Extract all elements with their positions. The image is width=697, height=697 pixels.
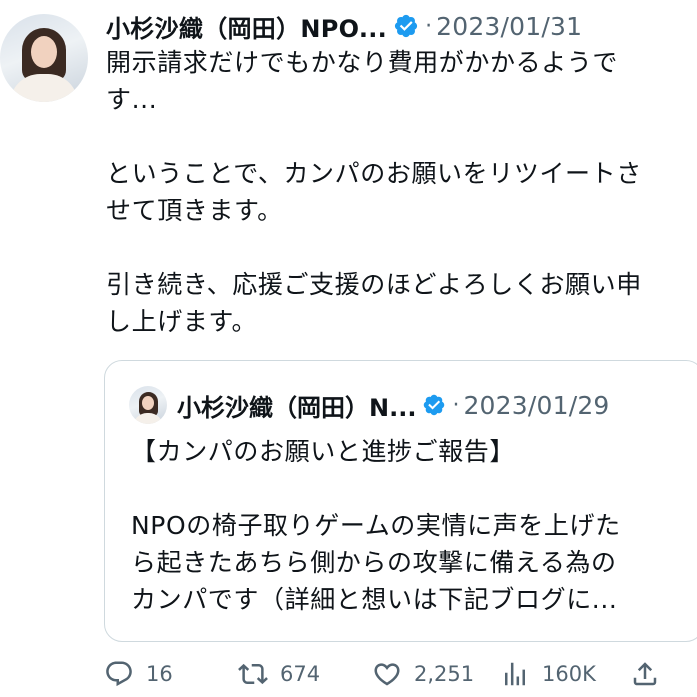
- share-button[interactable]: [630, 659, 660, 689]
- quoted-tweet-header: 小杉沙織（岡田）N... · 2023/01/29: [129, 385, 610, 425]
- tweet-text: 開示請求だけでもかなり費用がかかるようで す... ということで、カンパのお願い…: [106, 48, 642, 336]
- views-icon: [505, 662, 525, 686]
- author-name[interactable]: 小杉沙織（岡田）NPO...: [106, 9, 387, 44]
- share-icon: [633, 662, 657, 686]
- quoted-tweet[interactable]: 小杉沙織（岡田）N... · 2023/01/29 【カンパのお願いと進捗ご報告…: [104, 360, 697, 642]
- views-button[interactable]: 160K: [500, 659, 630, 689]
- retweet-icon: [238, 663, 268, 685]
- quoted-tweet-date: 2023/01/29: [463, 390, 610, 420]
- verified-badge-icon: [393, 13, 419, 39]
- reply-icon: [106, 661, 132, 687]
- action-bar: 16 674 2,251 160K: [104, 652, 697, 696]
- avatar[interactable]: [0, 14, 88, 102]
- views-count: 160K: [542, 662, 596, 686]
- tweet-header: 小杉沙織（岡田）NPO... · 2023/01/31: [106, 8, 582, 44]
- separator-dot: ·: [452, 392, 460, 418]
- like-count: 2,251: [414, 662, 475, 686]
- tweet-date[interactable]: 2023/01/31: [436, 12, 582, 41]
- quoted-tweet-text: 【カンパのお願いと進捗ご報告】 NPOの椅子取りゲームの実情に声を上げた ら起き…: [131, 437, 621, 614]
- separator-dot: ·: [425, 13, 433, 39]
- reply-button[interactable]: 16: [104, 659, 238, 689]
- reply-count: 16: [146, 662, 173, 686]
- quoted-avatar: [129, 386, 167, 424]
- retweet-count: 674: [280, 662, 321, 686]
- like-button[interactable]: 2,251: [372, 659, 500, 689]
- like-icon: [374, 663, 400, 686]
- retweet-button[interactable]: 674: [238, 659, 372, 689]
- verified-badge-icon: [422, 393, 446, 417]
- tweet: 小杉沙織（岡田）NPO... · 2023/01/31 開示請求だけでもかなり費…: [0, 0, 697, 697]
- quoted-author-name: 小杉沙織（岡田）N...: [177, 393, 417, 422]
